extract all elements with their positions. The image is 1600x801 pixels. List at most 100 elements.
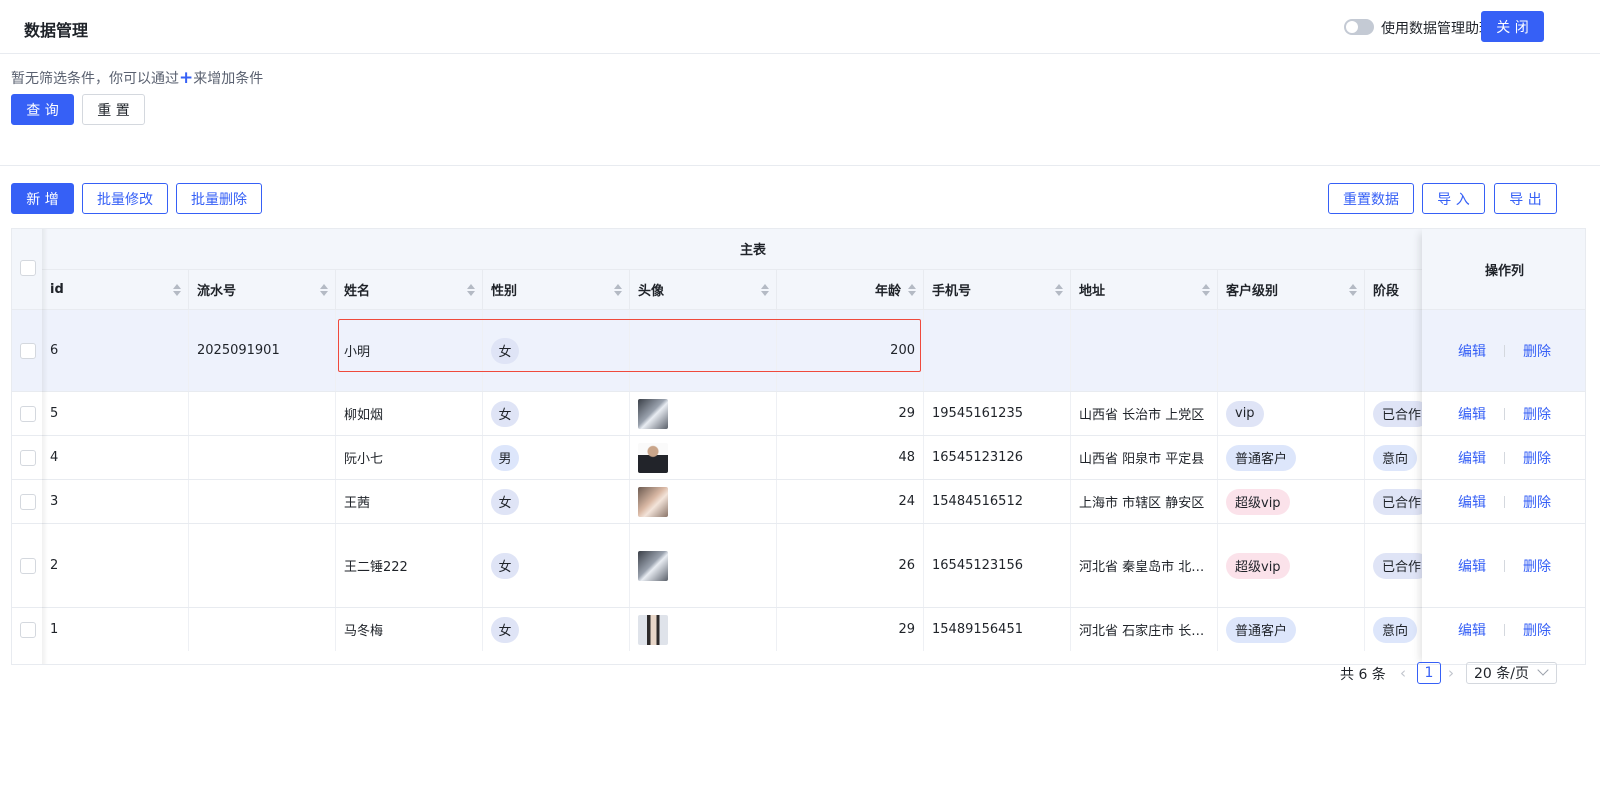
avatar[interactable]	[638, 442, 668, 473]
sort-icon[interactable]	[1055, 284, 1063, 296]
cell-id: 1	[42, 608, 189, 651]
cell-gender: 男	[483, 436, 630, 479]
cell-gender: 女	[483, 608, 630, 651]
reset-button[interactable]: 重 置	[82, 94, 145, 125]
sort-icon[interactable]	[320, 284, 328, 296]
cell-level: 普通客户	[1218, 608, 1365, 651]
divider	[1504, 344, 1505, 357]
row-actions: 编辑 删除	[1422, 309, 1585, 391]
cell-serial	[189, 436, 336, 479]
avatar[interactable]	[638, 614, 668, 645]
column-header-id[interactable]: id	[42, 269, 189, 309]
fixed-column-shadow	[42, 229, 48, 664]
add-condition-icon[interactable]: +	[179, 68, 193, 88]
cell-address: 河北省 秦皇岛市 北…	[1071, 524, 1218, 607]
cell-avatar	[630, 480, 777, 523]
page-size-select[interactable]: 20 条/页	[1466, 662, 1557, 684]
edit-link[interactable]: 编辑	[1458, 404, 1486, 424]
cell-name: 王茜	[336, 480, 483, 523]
avatar[interactable]	[638, 550, 668, 581]
cell-gender: 女	[483, 392, 630, 435]
import-button[interactable]: 导 入	[1422, 183, 1485, 214]
column-header-avatar[interactable]: 头像	[630, 269, 777, 309]
cell-level	[1218, 310, 1365, 391]
edit-link[interactable]: 编辑	[1458, 492, 1486, 512]
edit-link[interactable]: 编辑	[1458, 448, 1486, 468]
divider	[1504, 451, 1505, 464]
inline-edit-selection	[338, 319, 921, 372]
row-actions: 编辑 删除	[1422, 523, 1585, 607]
column-header-address[interactable]: 地址	[1071, 269, 1218, 309]
sort-icon[interactable]	[614, 284, 622, 296]
column-header-name[interactable]: 姓名	[336, 269, 483, 309]
row-checkbox[interactable]	[20, 494, 36, 510]
cell-phone: 15484516512	[924, 480, 1071, 523]
batch-edit-button[interactable]: 批量修改	[82, 183, 168, 214]
cell-name: 柳如烟	[336, 392, 483, 435]
cell-serial	[189, 524, 336, 607]
level-tag: 普通客户	[1226, 444, 1297, 471]
batch-delete-button[interactable]: 批量删除	[176, 183, 262, 214]
cell-phone: 19545161235	[924, 392, 1071, 435]
cell-name: 王二锤222	[336, 524, 483, 607]
delete-link[interactable]: 删除	[1523, 620, 1551, 640]
reset-data-button[interactable]: 重置数据	[1328, 183, 1414, 214]
sort-icon[interactable]	[467, 284, 475, 296]
table-row: 1 马冬梅 女 29 15489156451 河北省 石家庄市 长… 普通客户 …	[12, 607, 1585, 651]
cell-level: vip	[1218, 392, 1365, 435]
cell-gender: 女	[483, 480, 630, 523]
row-checkbox[interactable]	[20, 343, 36, 359]
delete-link[interactable]: 删除	[1523, 448, 1551, 468]
column-header-level[interactable]: 客户级别	[1218, 269, 1365, 309]
sort-icon[interactable]	[761, 284, 769, 296]
edit-link[interactable]: 编辑	[1458, 556, 1486, 576]
cell-level: 超级vip	[1218, 480, 1365, 523]
column-header-age[interactable]: 年龄	[777, 269, 924, 309]
assistant-toggle[interactable]	[1344, 19, 1374, 35]
filter-hint-text: 暂无筛选条件，你可以通过	[11, 71, 179, 87]
export-button[interactable]: 导 出	[1494, 183, 1557, 214]
cell-id: 2	[42, 524, 189, 607]
gender-tag: 女	[491, 552, 519, 579]
avatar[interactable]	[638, 486, 668, 517]
cell-phone	[924, 310, 1071, 391]
table-row: 3 王茜 女 24 15484516512 上海市 市辖区 静安区 超级vip …	[12, 479, 1585, 523]
cell-address: 上海市 市辖区 静安区	[1071, 480, 1218, 523]
row-checkbox[interactable]	[20, 622, 36, 638]
cell-gender: 女	[483, 524, 630, 607]
level-tag: 超级vip	[1226, 552, 1290, 579]
delete-link[interactable]: 删除	[1523, 404, 1551, 424]
filter-hint: 暂无筛选条件，你可以通过+来增加条件	[11, 68, 263, 88]
sort-icon[interactable]	[1202, 284, 1210, 296]
add-button[interactable]: 新 增	[11, 183, 74, 214]
column-header-gender[interactable]: 性别	[483, 269, 630, 309]
table-row: 4 阮小七 男 48 16545123126 山西省 阳泉市 平定县 普通客户 …	[12, 435, 1585, 479]
divider	[1504, 559, 1505, 572]
row-checkbox[interactable]	[20, 450, 36, 466]
page-button-current[interactable]: 1	[1417, 662, 1441, 684]
chevron-down-icon	[1537, 664, 1549, 676]
gender-tag: 男	[491, 444, 519, 471]
next-page-icon[interactable]: ›	[1448, 664, 1454, 682]
cell-serial	[189, 480, 336, 523]
column-label: 年龄	[874, 284, 901, 299]
edit-link[interactable]: 编辑	[1458, 620, 1486, 640]
delete-link[interactable]: 删除	[1523, 341, 1551, 361]
edit-link[interactable]: 编辑	[1458, 341, 1486, 361]
row-checkbox[interactable]	[20, 406, 36, 422]
column-header-phone[interactable]: 手机号	[924, 269, 1071, 309]
row-checkbox[interactable]	[20, 558, 36, 574]
close-button[interactable]: 关 闭	[1481, 11, 1544, 42]
prev-page-icon[interactable]: ‹	[1400, 664, 1406, 682]
sort-icon[interactable]	[908, 284, 916, 296]
divider	[1504, 407, 1505, 420]
sort-icon[interactable]	[1349, 284, 1357, 296]
page-header: 数据管理 使用数据管理助理 关 闭	[0, 0, 1600, 54]
avatar[interactable]	[638, 398, 668, 429]
delete-link[interactable]: 删除	[1523, 556, 1551, 576]
delete-link[interactable]: 删除	[1523, 492, 1551, 512]
query-button[interactable]: 查 询	[11, 94, 74, 125]
sort-icon[interactable]	[173, 284, 181, 296]
select-all-checkbox[interactable]	[20, 260, 36, 276]
column-header-serial[interactable]: 流水号	[189, 269, 336, 309]
